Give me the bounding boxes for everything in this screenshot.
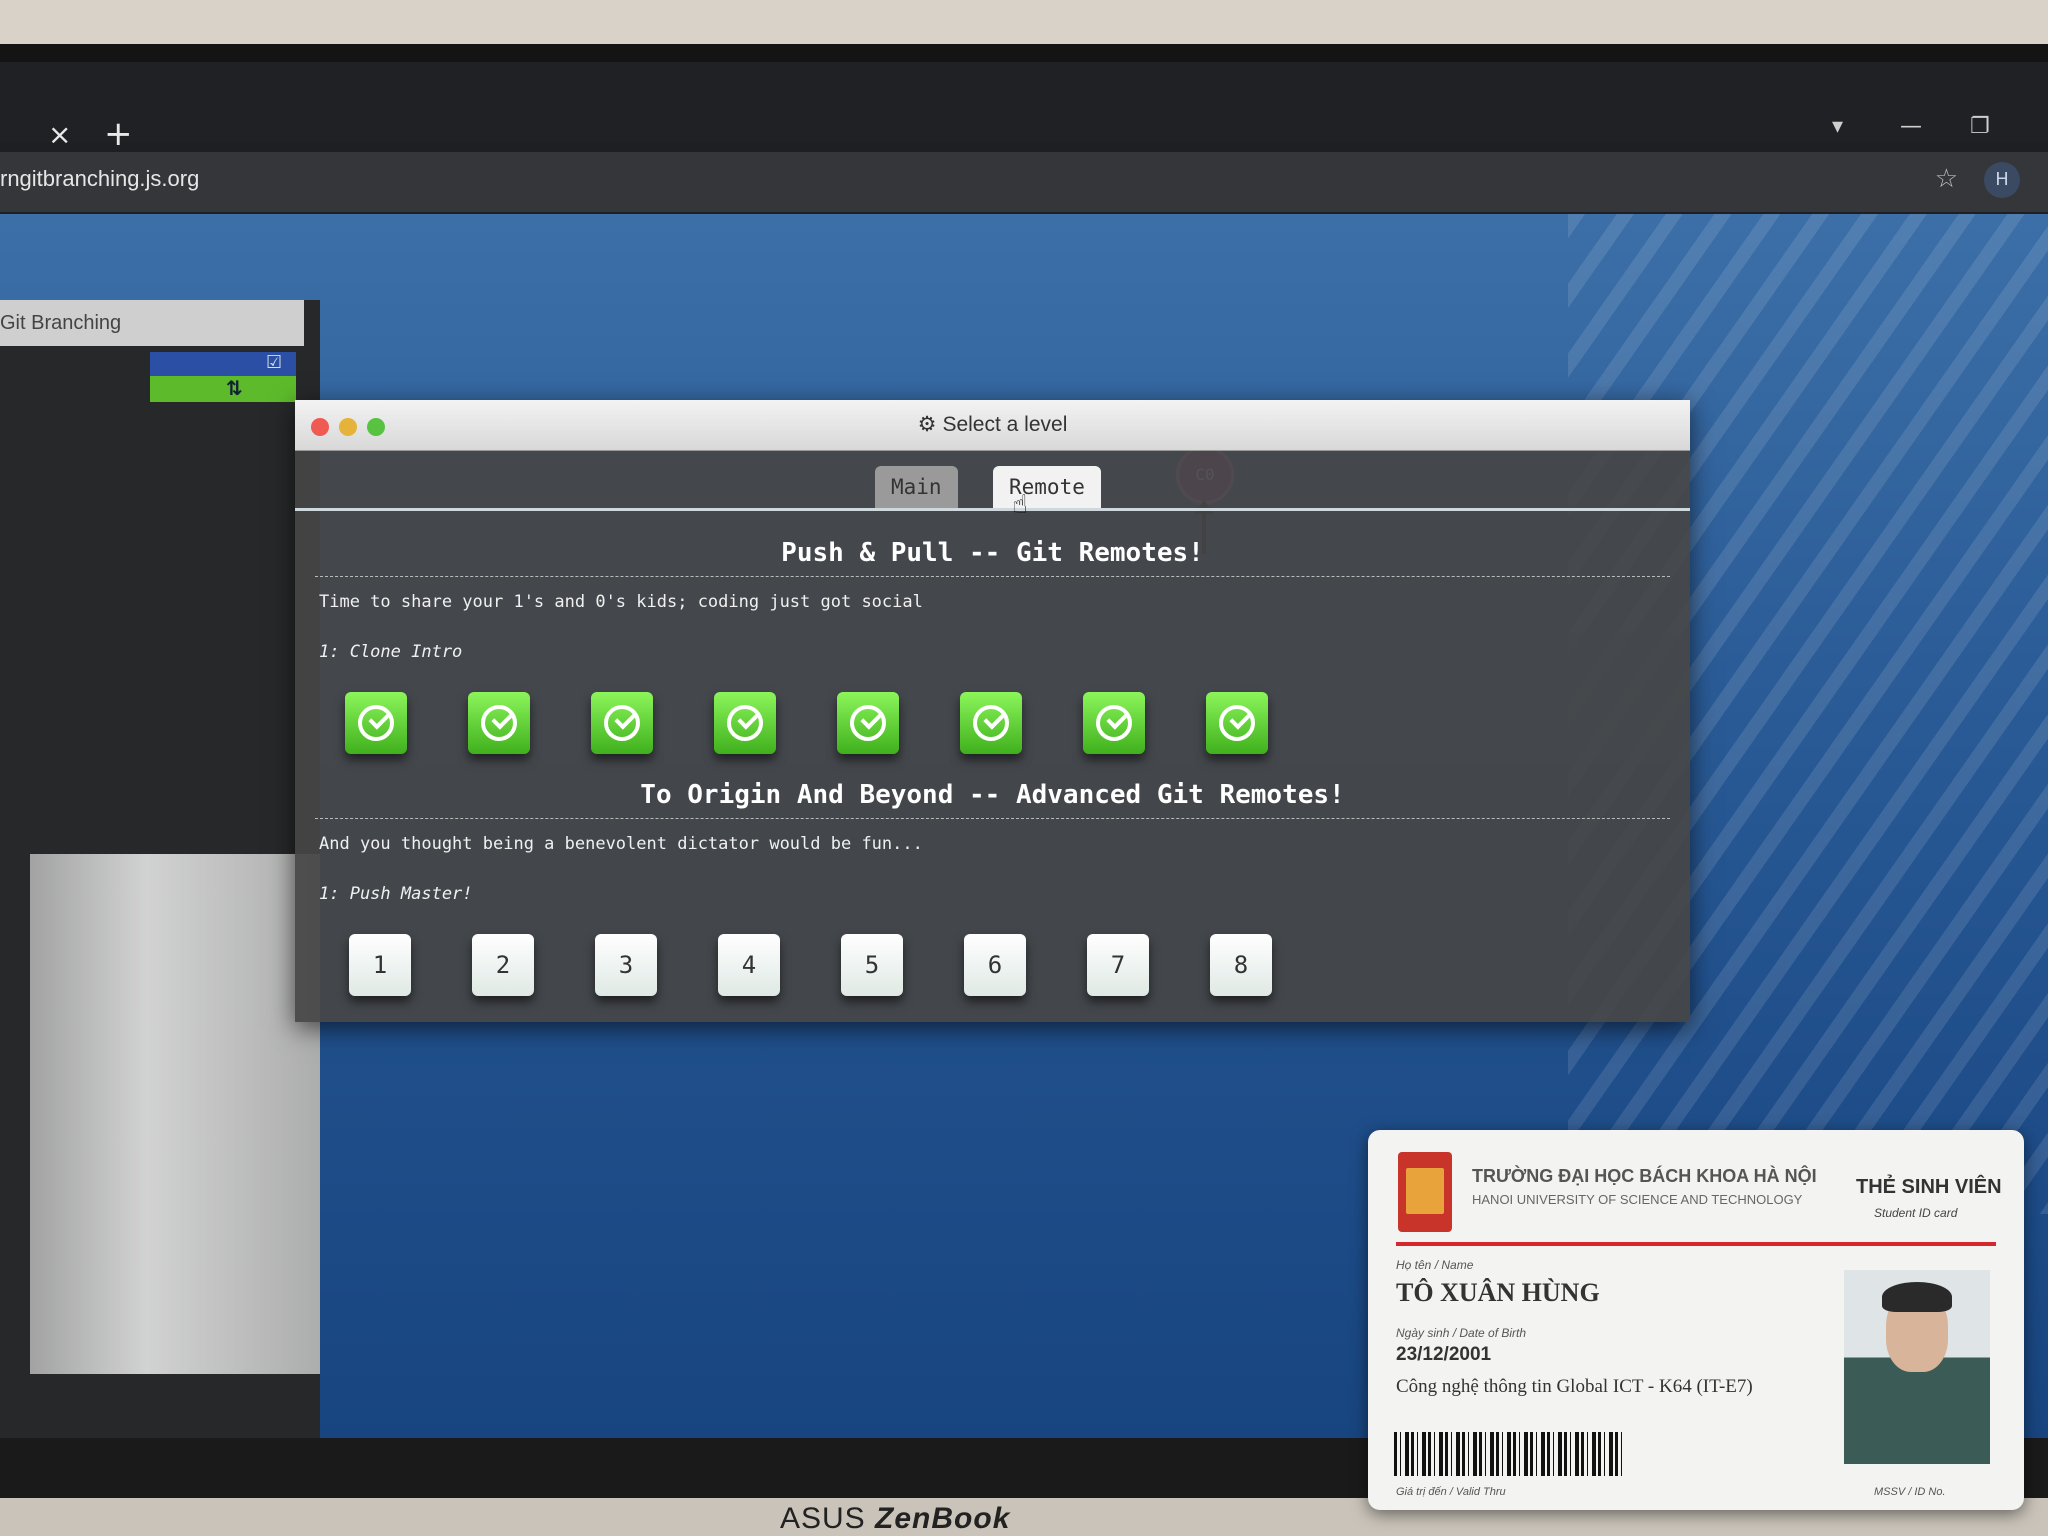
background-wall bbox=[0, 0, 2048, 50]
check-icon bbox=[358, 705, 394, 741]
tab-search-icon[interactable]: ▾ bbox=[1832, 114, 1843, 139]
university-name-en: HANOI UNIVERSITY OF SCIENCE AND TECHNOLO… bbox=[1472, 1192, 1803, 1207]
sequence-title: Push & Pull -- Git Remotes! bbox=[781, 538, 1204, 568]
close-tab-icon[interactable]: × bbox=[48, 118, 71, 151]
student-program: Công nghệ thông tin Global ICT - K64 (IT… bbox=[1396, 1376, 1753, 1397]
divider bbox=[315, 818, 1670, 819]
level-button-completed[interactable] bbox=[468, 692, 530, 754]
check-icon bbox=[481, 705, 517, 741]
reflection-glare bbox=[30, 854, 320, 1374]
panel-green-bar bbox=[150, 376, 296, 402]
level-button[interactable]: 1 bbox=[349, 934, 411, 996]
check-icon bbox=[973, 705, 1009, 741]
level-select-modal: ⚙ Select a level Main Remote Push & Pull … bbox=[295, 400, 1690, 1022]
laptop-brand: ASUS ZenBook bbox=[780, 1502, 1010, 1536]
sequence-level-name: 1: Clone Intro bbox=[319, 642, 463, 662]
level-button[interactable]: 8 bbox=[1210, 934, 1272, 996]
mouse-pointer-icon: ☝ bbox=[1012, 490, 1028, 520]
barcode bbox=[1394, 1432, 1626, 1476]
address-bar[interactable]: rngitbranching.js.org ☆ H bbox=[0, 152, 2048, 212]
university-name: TRƯỜNG ĐẠI HỌC BÁCH KHOA HÀ NỘI bbox=[1472, 1166, 1817, 1186]
photo-hair bbox=[1882, 1282, 1952, 1312]
modal-titlebar: ⚙ Select a level bbox=[295, 400, 1690, 451]
name-label: Họ tên / Name bbox=[1396, 1258, 1474, 1272]
id-number-label: MSSV / ID No. bbox=[1874, 1486, 1946, 1498]
gear-icon: ⚙ bbox=[917, 413, 937, 436]
modal-title: ⚙ Select a level bbox=[295, 400, 1690, 450]
tab-main[interactable]: Main bbox=[875, 466, 958, 508]
modal-title-text: Select a level bbox=[942, 413, 1068, 436]
level-button[interactable]: 7 bbox=[1087, 934, 1149, 996]
card-type-en: Student ID card bbox=[1874, 1206, 1958, 1220]
check-icon bbox=[850, 705, 886, 741]
level-button-completed[interactable] bbox=[1206, 692, 1268, 754]
checkbox-icon[interactable]: ☑ bbox=[266, 352, 282, 373]
check-icon bbox=[727, 705, 763, 741]
check-icon bbox=[604, 705, 640, 741]
level-button-completed[interactable] bbox=[837, 692, 899, 754]
level-button[interactable]: 4 bbox=[718, 934, 780, 996]
divider bbox=[1396, 1242, 1996, 1246]
bookmark-star-icon[interactable]: ☆ bbox=[1935, 164, 1958, 194]
student-photo bbox=[1844, 1270, 1990, 1464]
student-name: TÔ XUÂN HÙNG bbox=[1396, 1278, 1600, 1307]
sequence-title: To Origin And Beyond -- Advanced Git Rem… bbox=[640, 780, 1345, 810]
sequence-description: And you thought being a benevolent dicta… bbox=[319, 834, 923, 854]
sequence-level-name: 1: Push Master! bbox=[319, 884, 473, 904]
level-button-completed[interactable] bbox=[714, 692, 776, 754]
minimize-icon[interactable]: — bbox=[1900, 114, 1922, 139]
divider bbox=[315, 576, 1670, 577]
restore-icon[interactable]: ❐ bbox=[1970, 114, 1990, 139]
url-text[interactable]: rngitbranching.js.org bbox=[0, 166, 199, 192]
sequence-description: Time to share your 1's and 0's kids; cod… bbox=[319, 592, 923, 612]
level-button[interactable]: 2 bbox=[472, 934, 534, 996]
card-type: THẺ SINH VIÊN bbox=[1856, 1176, 2002, 1198]
check-icon bbox=[1219, 705, 1255, 741]
level-button-completed[interactable] bbox=[960, 692, 1022, 754]
dob-label: Ngày sinh / Date of Birth bbox=[1396, 1326, 1527, 1340]
profile-avatar[interactable]: H bbox=[1984, 162, 2020, 198]
level-button[interactable]: 5 bbox=[841, 934, 903, 996]
level-button-completed[interactable] bbox=[591, 692, 653, 754]
student-id-card: TRƯỜNG ĐẠI HỌC BÁCH KHOA HÀ NỘI HANOI UN… bbox=[1368, 1130, 2024, 1510]
level-button[interactable]: 6 bbox=[964, 934, 1026, 996]
brand-model: ZenBook bbox=[875, 1502, 1011, 1535]
brand-prefix: ASUS bbox=[780, 1502, 866, 1535]
new-tab-icon[interactable]: + bbox=[104, 114, 133, 154]
tab-remote[interactable]: Remote bbox=[993, 466, 1101, 508]
browser-tabbar: × + ▾ — ❐ bbox=[0, 62, 2048, 154]
panel-title: Git Branching bbox=[0, 300, 304, 346]
level-tabs: Main Remote bbox=[295, 462, 1690, 511]
level-button-completed[interactable] bbox=[1083, 692, 1145, 754]
student-dob: 23/12/2001 bbox=[1396, 1344, 1492, 1365]
level-button[interactable]: 3 bbox=[595, 934, 657, 996]
swap-icon[interactable]: ⇅ bbox=[226, 376, 243, 400]
level-button-completed[interactable] bbox=[345, 692, 407, 754]
valid-thru-label: Giá trị đến / Valid Thru bbox=[1396, 1486, 1506, 1498]
university-logo bbox=[1398, 1152, 1452, 1232]
check-icon bbox=[1096, 705, 1132, 741]
